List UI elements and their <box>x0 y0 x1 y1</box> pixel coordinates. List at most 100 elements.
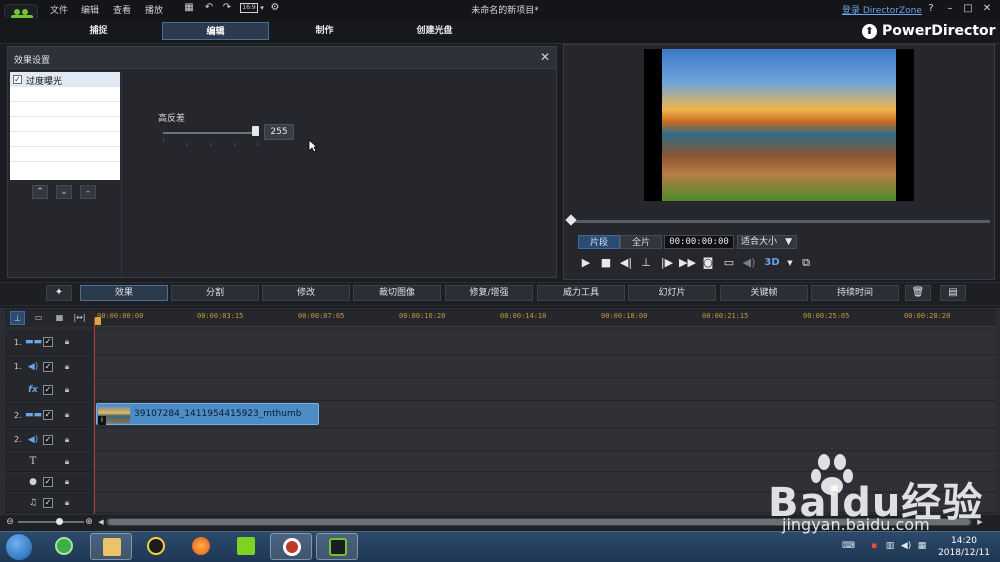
lock-icon[interactable]: 🔒︎ <box>62 477 72 487</box>
lock-icon[interactable]: 🔒︎ <box>62 457 72 467</box>
trash-icon[interactable]: 🗑 <box>905 285 931 301</box>
lock-icon[interactable]: 🔒︎ <box>62 385 72 395</box>
previous-frame-icon[interactable]: ◀| <box>618 255 634 271</box>
menu-play[interactable]: 播放 <box>145 3 163 16</box>
remove-effect-button[interactable]: – <box>80 185 96 199</box>
storyboard-view-icon[interactable]: ▭ <box>31 311 46 325</box>
track-lane-video-1[interactable] <box>94 330 996 355</box>
keyboard-icon[interactable]: ⌨ <box>842 540 855 552</box>
chevron-down-icon[interactable]: ▾ <box>256 2 268 14</box>
lock-icon[interactable]: 🔒︎ <box>62 410 72 420</box>
more-functions-icon[interactable]: ▤ <box>940 285 966 301</box>
taskbar-app-recorder[interactable] <box>270 533 312 560</box>
taskbar-app-powerdirector[interactable] <box>316 533 358 560</box>
param-slider-track[interactable] <box>163 132 258 134</box>
notification-icon[interactable]: ▪ <box>868 540 880 552</box>
volume-icon[interactable]: ◀) <box>741 255 757 271</box>
tab-create-disc[interactable]: 创建光盘 <box>381 22 488 40</box>
keyframe-button[interactable]: 关键帧 <box>720 285 808 301</box>
network-icon[interactable]: ▥ <box>884 540 896 552</box>
snapshot-icon[interactable]: ◙ <box>700 255 716 271</box>
start-button[interactable] <box>5 533 33 561</box>
timeline-view-icon[interactable]: ⊥ <box>10 311 25 325</box>
redo-icon[interactable]: ↷ <box>221 2 233 14</box>
login-directorzone-link[interactable]: 登录 DirectorZone <box>842 3 922 16</box>
taskbar-app-qq[interactable] <box>135 533 177 560</box>
track-enable-checkbox[interactable]: ✓ <box>43 362 53 372</box>
taskbar-app-media[interactable] <box>225 533 267 560</box>
zoom-in-icon[interactable]: ⊕ <box>84 516 94 528</box>
tab-produce[interactable]: 制作 <box>271 22 378 40</box>
menu-file[interactable]: 文件 <box>50 3 68 16</box>
tab-capture[interactable]: 捕捉 <box>45 22 152 40</box>
menu-edit[interactable]: 编辑 <box>81 3 99 16</box>
taskbar-app-explorer[interactable] <box>90 533 132 560</box>
power-tools-button[interactable]: 威力工具 <box>537 285 625 301</box>
magic-wand-icon[interactable]: ✦ <box>46 285 72 301</box>
move-up-button[interactable]: ⌃ <box>32 185 48 199</box>
close-icon[interactable]: ✕ <box>538 50 552 64</box>
track-enable-checkbox[interactable]: ✓ <box>43 410 53 420</box>
track-lane-audio-1[interactable] <box>94 356 996 378</box>
close-button[interactable]: ✕ <box>980 2 994 16</box>
timeline-clip[interactable]: 39107284_1411954415923_mthumb <box>96 403 319 425</box>
tab-edit[interactable]: 编辑 <box>162 22 269 40</box>
volume-icon[interactable]: ◀) <box>900 540 912 552</box>
lock-icon[interactable]: 🔒︎ <box>62 337 72 347</box>
track-manager-icon[interactable]: ▦ <box>52 311 67 325</box>
input-method-icon[interactable]: ▦ <box>916 540 928 552</box>
fast-forward-icon[interactable]: ▶▶ <box>679 255 696 271</box>
param-slider-thumb[interactable] <box>252 126 259 136</box>
lock-icon[interactable]: 🔒︎ <box>62 498 72 508</box>
menu-view[interactable]: 查看 <box>113 3 131 16</box>
zoom-fit-select[interactable]: 适合大小 ▼ <box>737 235 797 249</box>
track-enable-checkbox[interactable]: ✓ <box>43 337 53 347</box>
taskbar-app-firefox[interactable] <box>180 533 222 560</box>
track-enable-checkbox[interactable]: ✓ <box>43 435 53 445</box>
taskbar-app-360[interactable] <box>43 533 85 560</box>
track-lane-audio-2[interactable] <box>94 429 996 451</box>
scroll-left-icon[interactable]: ◀ <box>96 516 106 528</box>
save-icon[interactable]: ▦ <box>183 2 195 14</box>
play-icon[interactable]: ▶ <box>578 255 594 271</box>
movie-mode-button[interactable]: 全片 <box>620 235 662 249</box>
track-lane-fx[interactable] <box>94 379 996 401</box>
upload-icon[interactable]: ⬆ <box>862 24 877 39</box>
zoom-slider-track[interactable] <box>18 521 84 523</box>
zoom-out-icon[interactable]: ⊖ <box>5 516 15 528</box>
clip-mode-button[interactable]: 片段 <box>578 235 620 249</box>
crop-image-button[interactable]: 裁切图像 <box>353 285 441 301</box>
zoom-slider-thumb[interactable] <box>56 518 63 525</box>
display-icon[interactable]: ▭ <box>721 255 737 271</box>
maximize-button[interactable]: □ <box>961 2 975 16</box>
minimize-button[interactable]: – <box>943 2 957 16</box>
lock-icon[interactable]: 🔒︎ <box>62 435 72 445</box>
stop-icon[interactable]: ■ <box>598 255 614 271</box>
modify-button[interactable]: 修改 <box>262 285 350 301</box>
slideshow-button[interactable]: 幻灯片 <box>628 285 716 301</box>
lock-icon[interactable]: 🔒︎ <box>62 362 72 372</box>
effect-checkbox[interactable]: ✓ <box>13 75 22 84</box>
system-clock[interactable]: 14:20 2018/12/11 <box>934 535 994 559</box>
3d-mode-button[interactable]: 3D <box>764 255 780 271</box>
split-button[interactable]: 分割 <box>171 285 259 301</box>
fit-timeline-icon[interactable]: |↔| <box>72 311 87 325</box>
split-marker-icon[interactable]: ⊥ <box>638 255 654 271</box>
preview-screen[interactable] <box>644 49 914 201</box>
playhead-handle[interactable] <box>95 317 101 325</box>
track-enable-checkbox[interactable]: ✓ <box>43 498 53 508</box>
param-value-field[interactable]: 255 <box>264 124 294 140</box>
chevron-down-icon[interactable]: ▼ <box>782 255 798 271</box>
effect-button[interactable]: 效果 <box>80 285 168 301</box>
duration-button[interactable]: 持续时间 <box>811 285 899 301</box>
track-enable-checkbox[interactable]: ✓ <box>43 477 53 487</box>
help-button[interactable]: ? <box>924 2 938 16</box>
track-enable-checkbox[interactable]: ✓ <box>43 385 53 395</box>
undo-icon[interactable]: ↶ <box>203 2 215 14</box>
fix-enhance-button[interactable]: 修复/增强 <box>445 285 533 301</box>
seek-bar[interactable] <box>570 220 990 223</box>
timecode-field[interactable]: 00:00:00:00 <box>664 235 734 249</box>
gear-icon[interactable]: ⚙ <box>269 2 281 14</box>
move-down-button[interactable]: ⌄ <box>56 185 72 199</box>
seek-thumb[interactable] <box>565 214 577 226</box>
